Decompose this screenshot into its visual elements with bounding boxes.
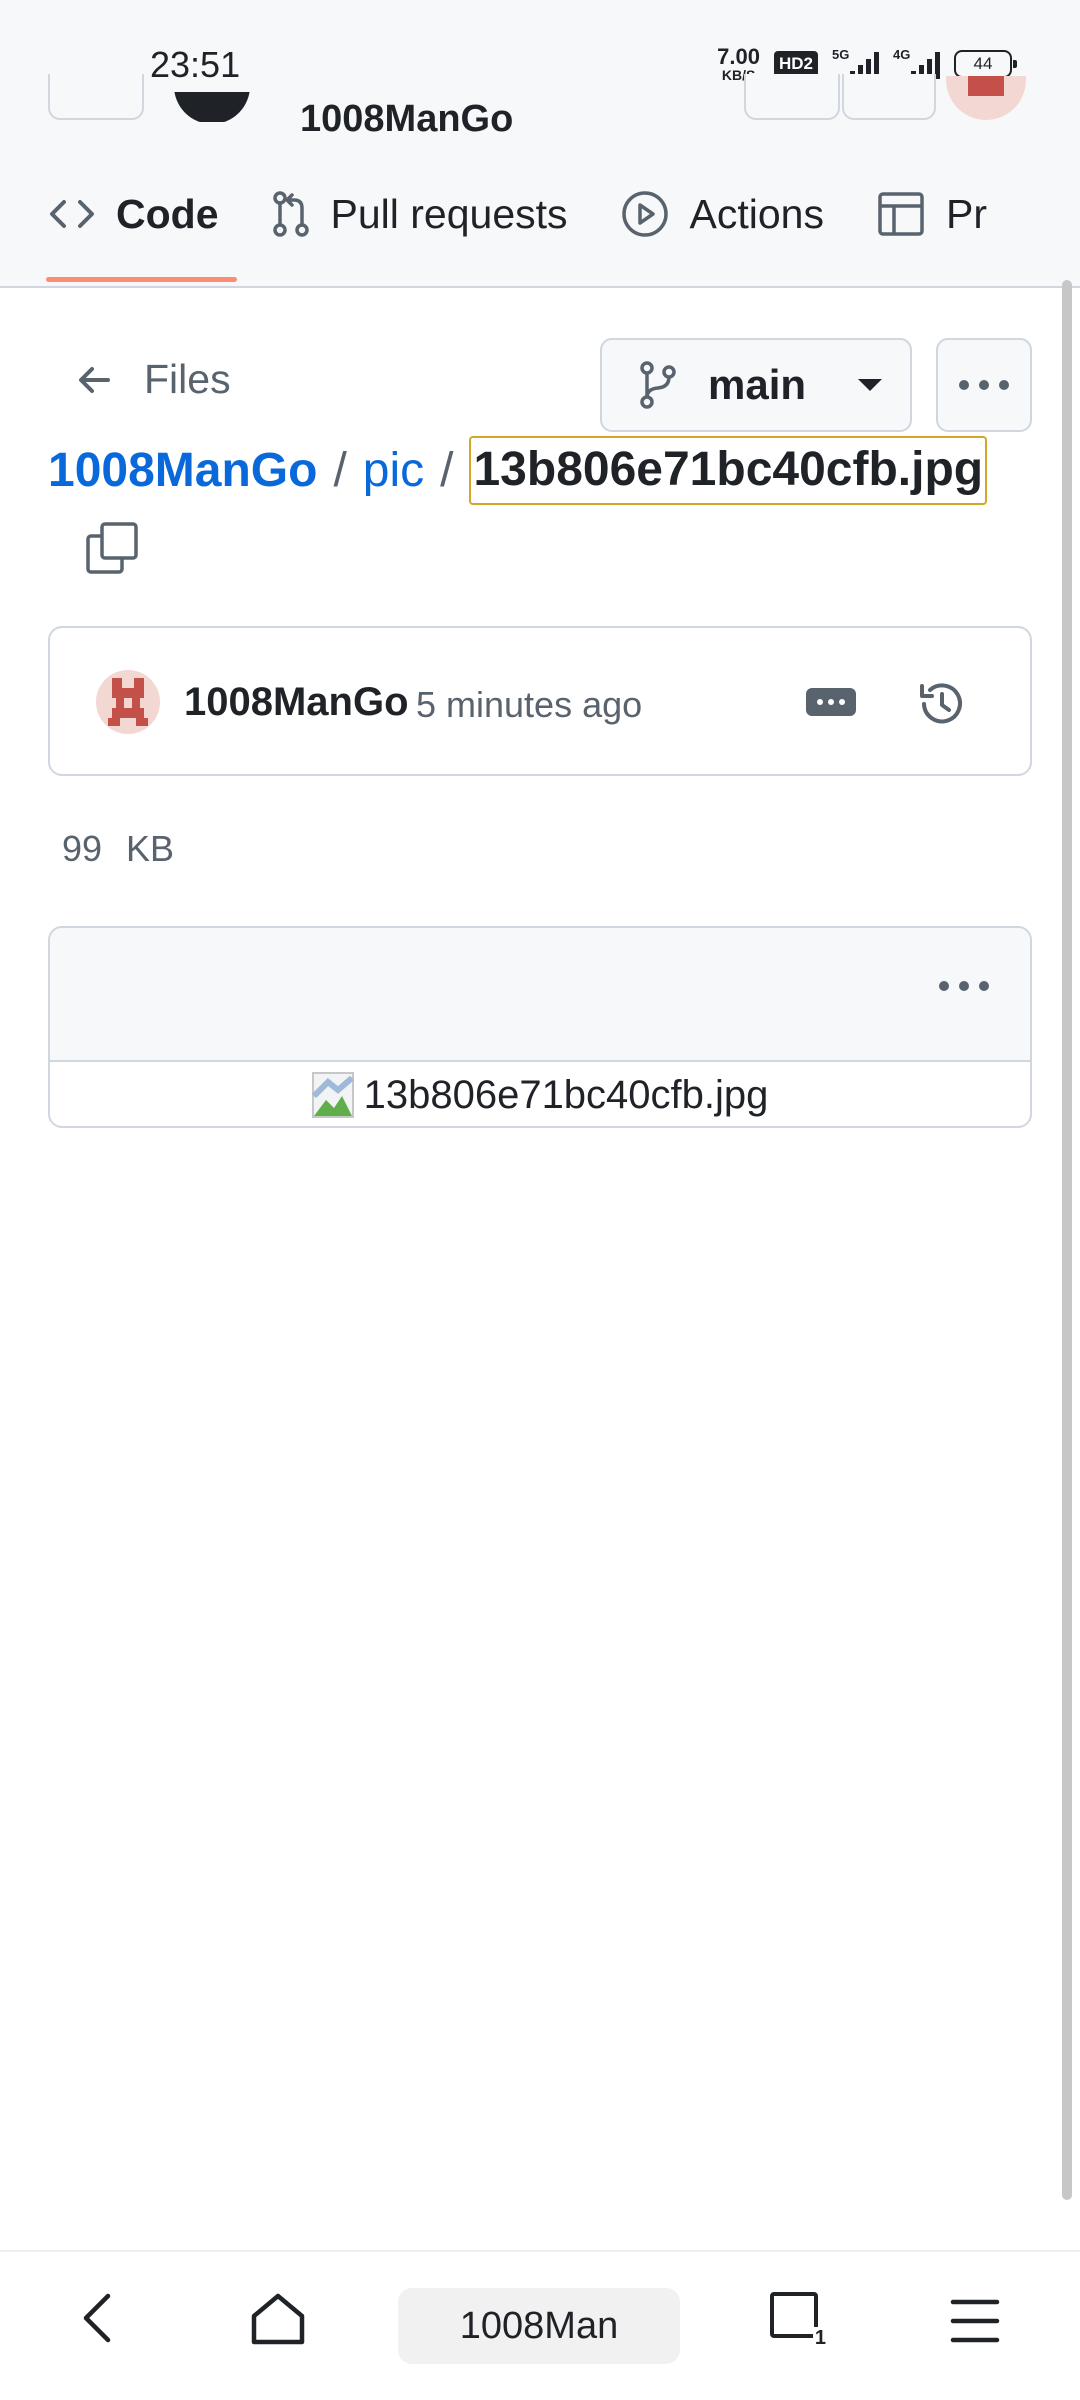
commit-author-link[interactable]: 1008ManGo	[184, 680, 409, 725]
more-options-button[interactable]	[936, 338, 1032, 432]
repo-header: 23:51 7.00 KB/S HD2 5G 4G 44 1008ManGo C…	[0, 0, 1080, 288]
tab-projects[interactable]: Pr	[876, 184, 987, 244]
back-icon[interactable]	[74, 2288, 124, 2348]
arrow-left-icon	[79, 366, 110, 393]
address-bar[interactable]: 1008Man	[398, 2288, 680, 2364]
breadcrumb-repo-link[interactable]: 1008ManGo	[48, 443, 317, 498]
search-button[interactable]	[744, 74, 840, 120]
hamburger-menu-icon[interactable]	[950, 2298, 1000, 2344]
preview-toolbar	[50, 928, 1030, 1062]
commit-author-avatar[interactable]	[96, 670, 160, 734]
user-avatar[interactable]	[946, 76, 1026, 120]
tab-actions[interactable]: Actions	[620, 184, 824, 244]
breadcrumb: 1008ManGo / pic / 13b806e71bc40cfb.jpg	[48, 436, 988, 505]
tab-count: 1	[812, 2327, 828, 2350]
back-to-files-link[interactable]: Files	[74, 356, 231, 403]
file-preview-box: 13b806e71bc40cfb.jpg	[48, 926, 1032, 1128]
kebab-horizontal-icon	[959, 380, 1009, 390]
breadcrumb-current-file: 13b806e71bc40cfb.jpg	[469, 436, 988, 505]
page-scrollbar[interactable]	[1062, 280, 1072, 2200]
code-icon	[50, 200, 94, 228]
tabs-switcher-button[interactable]: 1	[770, 2292, 828, 2350]
menu-button[interactable]	[48, 74, 144, 120]
repo-owner-title[interactable]: 1008ManGo	[300, 98, 513, 141]
copy-path-icon[interactable]	[84, 520, 140, 576]
branch-selector-button[interactable]: main	[600, 338, 912, 432]
home-icon[interactable]	[248, 2288, 308, 2348]
battery-icon: 44	[954, 50, 1017, 78]
repo-tabs: Code Pull requests Actions Pr	[46, 184, 987, 286]
breadcrumb-separator: /	[333, 444, 347, 497]
tab-code[interactable]: Code	[46, 184, 236, 282]
file-size: 99 KB	[62, 828, 175, 869]
broken-image-icon	[311, 1072, 354, 1118]
pull-request-icon	[272, 191, 309, 237]
github-logo-icon[interactable]	[168, 92, 256, 122]
status-time: 23:51	[150, 44, 241, 85]
image-alt-text: 13b806e71bc40cfb.jpg	[363, 1072, 769, 1117]
commit-time: 5 minutes ago	[416, 684, 643, 725]
image-preview: 13b806e71bc40cfb.jpg	[50, 1062, 1030, 1126]
issues-button[interactable]	[842, 74, 936, 120]
identicon-icon	[108, 678, 148, 726]
play-circle-icon	[621, 191, 668, 237]
latest-commit-box: 1008ManGo 5 minutes ago	[48, 626, 1032, 776]
tab-pull-requests[interactable]: Pull requests	[271, 184, 568, 244]
table-icon	[878, 192, 924, 236]
commit-message-expand-button[interactable]	[806, 688, 856, 716]
history-icon[interactable]	[916, 678, 968, 730]
browser-bottom-bar: 1008Man 1	[0, 2250, 1080, 2400]
breadcrumb-separator: /	[440, 444, 454, 497]
git-branch-icon	[640, 361, 676, 409]
repo-tabs-clip: Code Pull requests Actions Pr	[0, 170, 1034, 288]
caret-down-icon	[858, 379, 883, 391]
breadcrumb-folder-link[interactable]: pic	[363, 443, 424, 498]
tabs-icon	[770, 2292, 818, 2338]
kebab-horizontal-icon[interactable]	[938, 980, 990, 992]
